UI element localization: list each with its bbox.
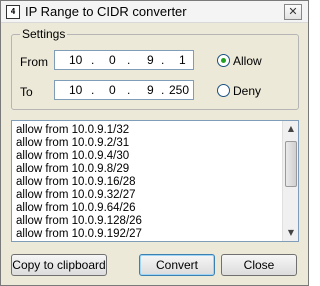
output-line: allow from 10.0.9.192/27 [16,228,142,240]
copy-to-clipboard-button[interactable]: Copy to clipboard [11,254,107,276]
from-dot-2: . [127,53,131,67]
to-dot-3: . [161,83,165,97]
output-scrollbar[interactable]: ▲ ▼ [282,121,298,241]
window-close-button[interactable]: ✕ [284,4,302,20]
output-line: allow from 10.0.9.128/26 [16,215,142,227]
from-dot-3: . [161,53,165,67]
deny-radio-label[interactable]: Deny [233,84,261,98]
to-octet-3[interactable]: 9 [147,83,154,97]
from-ip-field[interactable]: 10 . 0 . 9 . 1 [54,50,194,70]
output-line: allow from 10.0.9.4/30 [16,150,130,162]
cidr-output-list[interactable]: allow from 10.0.9.1/32 allow from 10.0.9… [11,120,299,242]
title-bar[interactable]: 4 IP Range to CIDR converter ✕ [1,1,308,23]
to-dot-2: . [127,83,131,97]
deny-radio[interactable] [217,84,230,97]
from-label: From [20,55,48,69]
to-octet-2[interactable]: 0 [109,83,116,97]
app-icon: 4 [6,5,20,19]
output-line: allow from 10.0.9.64/26 [16,202,136,214]
close-button[interactable]: Close [221,254,297,276]
settings-group: Settings From 10 . 0 . 9 . 1 To 10 . 0 .… [11,27,299,110]
scroll-thumb[interactable] [285,141,297,187]
to-octet-1[interactable]: 10 [69,83,82,97]
to-octet-4[interactable]: 250 [169,83,189,97]
convert-button[interactable]: Convert [139,254,215,276]
to-label: To [20,85,33,99]
output-line: allow from 10.0.9.32/27 [16,189,136,201]
allow-radio-label[interactable]: Allow [233,54,262,68]
output-line: allow from 10.0.9.1/32 [16,124,130,136]
from-dot-1: . [91,53,95,67]
allow-radio[interactable] [217,54,230,67]
scroll-down-arrow-icon[interactable]: ▼ [285,226,297,240]
from-octet-4[interactable]: 1 [179,53,186,67]
scroll-up-arrow-icon[interactable]: ▲ [285,122,297,136]
from-octet-3[interactable]: 9 [147,53,154,67]
app-window: 4 IP Range to CIDR converter ✕ Settings … [0,0,309,286]
from-octet-2[interactable]: 0 [109,53,116,67]
window-title: IP Range to CIDR converter [25,4,187,19]
to-dot-1: . [91,83,95,97]
output-line: allow from 10.0.9.8/29 [16,163,130,175]
output-line: allow from 10.0.9.2/31 [16,137,130,149]
output-line: allow from 10.0.9.16/28 [16,176,136,188]
to-ip-field[interactable]: 10 . 0 . 9 . 250 [54,80,194,100]
from-octet-1[interactable]: 10 [69,53,82,67]
settings-legend: Settings [20,27,68,41]
